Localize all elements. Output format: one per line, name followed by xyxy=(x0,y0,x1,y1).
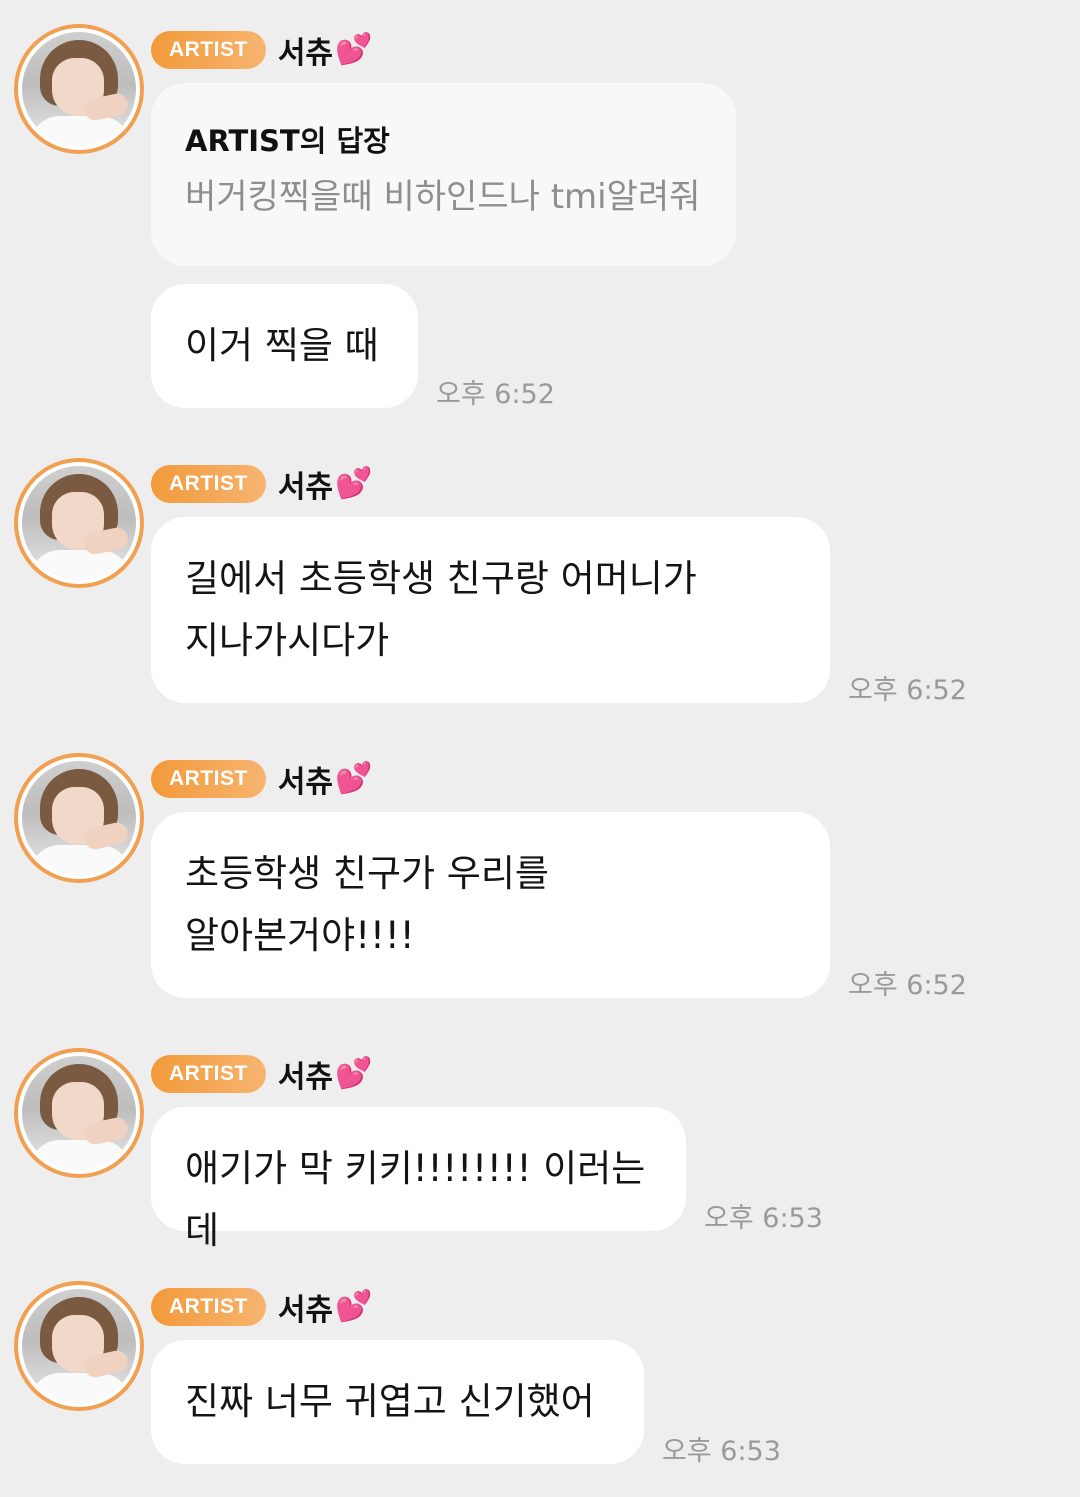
avatar-photo xyxy=(22,761,136,875)
sender-name[interactable]: 서츄 💕 xyxy=(278,462,373,506)
avatar[interactable] xyxy=(14,1281,144,1411)
reply-quoted-text: 버거킹찍을때 비하인드나 tmi알려줘 xyxy=(185,177,701,217)
sender-name-text: 서츄 xyxy=(277,1293,334,1328)
sender-name-text: 서츄 xyxy=(277,470,334,505)
sender-header: ARTIST 서츄 💕 xyxy=(151,1285,373,1329)
timestamp: 오후 6:52 xyxy=(848,970,967,1001)
message-bubble[interactable]: 초등학생 친구가 우리를 알아본거야!!!! xyxy=(151,812,830,998)
message-group: ARTIST 서츄 💕 초등학생 친구가 우리를 알아본거야!!!! 오후 6:… xyxy=(0,753,1080,1003)
message-group: ARTIST 서츄 💕 애기가 막 키키!!!!!!!! 이러는데 오후 6:5… xyxy=(0,1048,1080,1252)
avatar-photo xyxy=(22,1056,136,1170)
heart-icon: 💕 xyxy=(335,761,373,796)
message-bubble[interactable]: 길에서 초등학생 친구랑 어머니가 지나가시다가 xyxy=(151,517,830,703)
timestamp: 오후 6:52 xyxy=(436,379,555,410)
message-text: 이거 찍을 때 xyxy=(185,324,379,367)
reply-bubble[interactable]: ARTIST의 답장 버거킹찍을때 비하인드나 tmi알려줘 xyxy=(151,83,736,266)
avatar[interactable] xyxy=(14,458,144,588)
sender-name-text: 서츄 xyxy=(277,1060,334,1095)
sender-header: ARTIST 서츄 💕 xyxy=(151,757,373,801)
message-bubble[interactable]: 진짜 너무 귀엽고 신기했어 xyxy=(151,1340,644,1464)
message-group: ARTIST 서츄 💕 ARTIST의 답장 버거킹찍을때 비하인드나 tmi알… xyxy=(0,24,1080,414)
sender-header: ARTIST 서츄 💕 xyxy=(151,28,373,72)
message-bubble[interactable]: 애기가 막 키키!!!!!!!! 이러는데 xyxy=(151,1107,686,1252)
sender-name[interactable]: 서츄 💕 xyxy=(278,757,373,801)
artist-badge: ARTIST xyxy=(151,31,266,69)
reply-title: ARTIST의 답장 xyxy=(185,124,390,158)
message-bubble[interactable]: 이거 찍을 때 xyxy=(151,284,418,408)
avatar-photo xyxy=(22,1289,136,1403)
heart-icon: 💕 xyxy=(335,1056,373,1091)
sender-name-text: 서츄 xyxy=(277,36,334,71)
heart-icon: 💕 xyxy=(335,32,373,67)
sender-header: ARTIST 서츄 💕 xyxy=(151,1052,373,1096)
message-text: 애기가 막 키키!!!!!!!! 이러는데 xyxy=(185,1147,646,1252)
artist-badge: ARTIST xyxy=(151,1055,266,1093)
message-group: ARTIST 서츄 💕 길에서 초등학생 친구랑 어머니가 지나가시다가 오후 … xyxy=(0,458,1080,708)
message-text-line: 초등학생 친구가 우리를 xyxy=(185,852,549,895)
message-text: 진짜 너무 귀엽고 신기했어 xyxy=(185,1380,595,1423)
message-text-line: 길에서 초등학생 친구랑 어머니가 xyxy=(185,557,697,600)
artist-badge: ARTIST xyxy=(151,465,266,503)
avatar[interactable] xyxy=(14,24,144,154)
heart-icon: 💕 xyxy=(335,1289,373,1324)
timestamp: 오후 6:53 xyxy=(704,1203,823,1234)
message-group: ARTIST 서츄 💕 진짜 너무 귀엽고 신기했어 오후 6:53 xyxy=(0,1281,1080,1471)
timestamp: 오후 6:53 xyxy=(662,1436,781,1467)
avatar-photo xyxy=(22,466,136,580)
sender-name[interactable]: 서츄 💕 xyxy=(278,1285,373,1329)
avatar[interactable] xyxy=(14,1048,144,1178)
message-text-line: 지나가시다가 xyxy=(185,619,390,662)
message-text-line: 알아본거야!!!! xyxy=(185,914,415,957)
sender-name[interactable]: 서츄 💕 xyxy=(278,28,373,72)
heart-icon: 💕 xyxy=(335,466,373,501)
timestamp: 오후 6:52 xyxy=(848,675,967,706)
avatar-photo xyxy=(22,32,136,146)
artist-badge: ARTIST xyxy=(151,760,266,798)
artist-badge: ARTIST xyxy=(151,1288,266,1326)
chat-thread: ARTIST 서츄 💕 ARTIST의 답장 버거킹찍을때 비하인드나 tmi알… xyxy=(0,0,1080,1497)
sender-name-text: 서츄 xyxy=(277,765,334,800)
avatar[interactable] xyxy=(14,753,144,883)
sender-name[interactable]: 서츄 💕 xyxy=(278,1052,373,1096)
sender-header: ARTIST 서츄 💕 xyxy=(151,462,373,506)
